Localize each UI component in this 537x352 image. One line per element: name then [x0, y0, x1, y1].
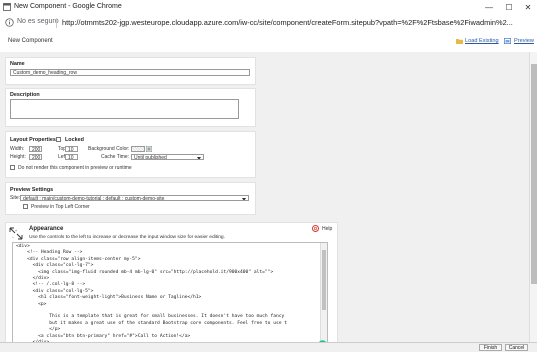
width-input[interactable]: 200 — [29, 146, 42, 152]
appearance-title: Appearance — [29, 226, 64, 232]
svg-text:+: + — [15, 229, 17, 233]
layout-properties-panel: Layout Properties Locked Width: 200 Heig… — [5, 131, 256, 178]
description-panel: Description — [5, 88, 256, 127]
layout-properties-label: Layout Properties — [10, 137, 56, 143]
no-render-label: Do not render this component in preview … — [18, 165, 132, 171]
page-header: New Component Load Existing Preview — [0, 30, 537, 53]
top-input[interactable]: 10 — [65, 146, 78, 152]
close-button[interactable]: ✕ — [522, 2, 534, 13]
height-input[interactable]: 200 — [29, 154, 42, 160]
app-icon — [3, 3, 11, 11]
folder-icon[interactable] — [456, 38, 463, 44]
appearance-panel: + − Appearance Use the controls to the l… — [5, 222, 338, 342]
code-editor[interactable]: <div> <!-- Heading Row --> <div class="r… — [12, 242, 328, 342]
name-input[interactable]: Custom_demo_heading_row — [10, 69, 250, 76]
top-left-corner-checkbox[interactable] — [23, 204, 28, 209]
page-title: New Component — [8, 38, 53, 44]
left-input[interactable]: 10 — [65, 154, 78, 160]
window-title: New Component - Google Chrome — [14, 3, 122, 10]
maximize-button[interactable]: ☐ — [503, 2, 515, 13]
locked-label: Locked — [65, 137, 84, 143]
height-label: Height: — [10, 154, 26, 160]
address-separator — [56, 18, 57, 28]
address-bar[interactable]: No es seguro http://otmmts202-jgp.westeu… — [0, 16, 537, 31]
page-scrollbar[interactable] — [529, 52, 537, 342]
svg-text:−: − — [12, 236, 14, 240]
code-scroll-thumb[interactable] — [322, 250, 326, 310]
cancel-button[interactable]: Cancel — [505, 344, 528, 351]
background-color-input[interactable] — [131, 146, 145, 152]
no-render-checkbox[interactable] — [10, 165, 15, 170]
name-panel: Name Custom_demo_heading_row — [5, 57, 256, 85]
load-existing-link[interactable]: Load Existing — [465, 38, 499, 44]
background-color-label: Background Color: — [88, 146, 130, 152]
form-area: Name Custom_demo_heading_row Description… — [0, 52, 529, 342]
resize-editor-icon[interactable]: + − — [9, 227, 23, 240]
description-textarea[interactable] — [10, 99, 239, 119]
preview-link[interactable]: Preview — [514, 38, 534, 44]
help-icon[interactable] — [312, 225, 319, 232]
top-left-corner-label: Preview in Top Left Corner — [31, 204, 90, 210]
code-scrollbar[interactable] — [320, 243, 327, 342]
preview-settings-label: Preview Settings — [10, 187, 54, 193]
name-label: Name — [10, 61, 25, 67]
window-title-bar: New Component - Google Chrome — ☐ ✕ — [0, 0, 537, 17]
page-scroll-thumb[interactable] — [531, 64, 537, 284]
minimize-button[interactable]: — — [483, 2, 495, 13]
help-link[interactable]: Help — [322, 226, 332, 232]
preview-icon[interactable] — [504, 38, 511, 44]
appearance-instructions: Use the controls to the left to increase… — [29, 235, 226, 240]
site-label: Site: — [10, 195, 21, 201]
preview-settings-panel: Preview Settings Site: default : main/cu… — [5, 182, 256, 215]
cache-time-label: Cache Time: — [101, 154, 130, 160]
url-text[interactable]: http://otmmts202-jgp.westeurope.cloudapp… — [62, 18, 513, 27]
finish-button[interactable]: Finish — [479, 344, 502, 351]
width-label: Width: — [10, 146, 25, 152]
color-picker-icon[interactable] — [146, 146, 152, 152]
description-label: Description — [10, 92, 40, 98]
cache-time-select[interactable]: Until published — [131, 154, 204, 160]
site-select[interactable]: default : main/custom-demo-tutorial : de… — [20, 195, 249, 201]
code-text[interactable]: <div> <!-- Heading Row --> <div class="r… — [13, 243, 327, 342]
insecure-label[interactable]: No es seguro — [17, 18, 59, 25]
info-icon[interactable] — [5, 18, 14, 27]
locked-checkbox[interactable] — [56, 137, 61, 142]
